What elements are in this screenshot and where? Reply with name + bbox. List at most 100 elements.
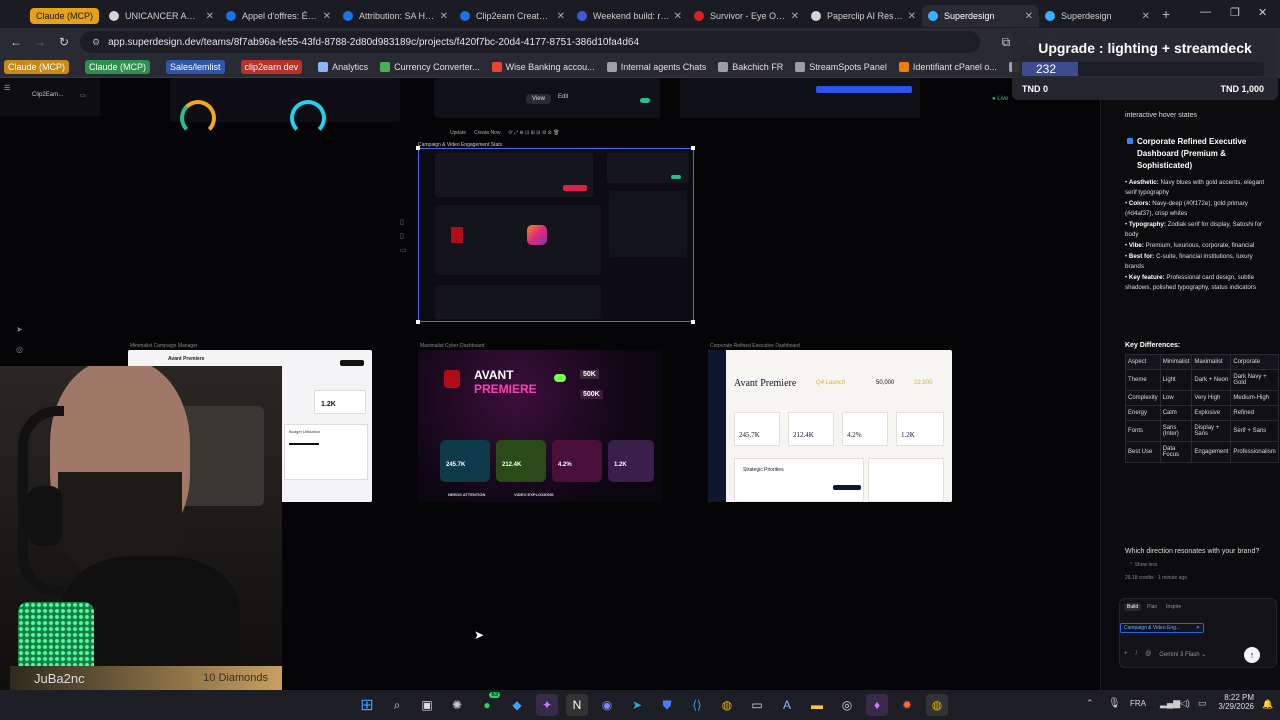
resize-handle[interactable] [416, 146, 420, 150]
toggle-switch[interactable] [640, 98, 650, 103]
tab-close-icon[interactable]: ✕ [904, 11, 916, 22]
top-frame-4[interactable] [680, 78, 920, 118]
url-input[interactable]: ⚙ app.superdesign.dev/teams/8f7ab96a-fe5… [80, 31, 980, 53]
forward-icon[interactable]: → [28, 35, 52, 49]
network-icon[interactable]: ▂▄▆ [1160, 698, 1180, 709]
frame-maximalist[interactable]: AVANT PREMIERE 50K 500K 245.7K 212.4K 4.… [418, 350, 662, 502]
clock[interactable]: 8:22 PM 3/29/2026 [1218, 693, 1254, 711]
bitwarden-icon[interactable]: ⛊ [656, 694, 678, 716]
bookmark-item[interactable]: Claude (MCP) [4, 59, 73, 74]
send-button[interactable]: ↑ [1244, 647, 1260, 663]
app-orange-icon[interactable]: ✹ [896, 694, 918, 716]
bookmark-item[interactable]: Identifiant cPanel o... [898, 61, 997, 72]
bookmark-item[interactable]: Sales/lemlist [166, 59, 229, 74]
bookmark-item[interactable]: Internal agents Chats [606, 61, 706, 72]
frame-label-corporate[interactable]: Corporate Refined Executive Dashboard [710, 343, 800, 349]
browser-tab[interactable]: Superdesign ✕ [1039, 5, 1156, 27]
canvas-tools[interactable]: ➤ ◎ [16, 320, 23, 360]
reload-icon[interactable]: ↻ [52, 35, 76, 49]
show-less-button[interactable]: ⌃ Show less [1129, 562, 1157, 568]
mode-tab[interactable]: Build [1124, 603, 1142, 611]
bookmark-item[interactable]: clip2earn dev [240, 59, 307, 74]
mode-tab[interactable]: Inspire [1163, 603, 1184, 611]
bookmark-item[interactable]: Bakchich FR [718, 61, 783, 72]
resize-handle[interactable] [416, 320, 420, 324]
context-chip[interactable]: Campaign & Video Eng... ✕ [1120, 623, 1204, 633]
terminal-icon[interactable]: ▭ [746, 694, 768, 716]
discord-icon[interactable]: ◉ [596, 694, 618, 716]
frame-tool-dock[interactable]: ▯ ▯ ▭ [400, 216, 407, 258]
resize-handle[interactable] [691, 146, 695, 150]
copilot-icon[interactable]: ◆ [506, 694, 528, 716]
tab-close-icon[interactable]: ✕ [553, 11, 565, 22]
app-feather-icon[interactable]: ♦ [866, 694, 888, 716]
edit-button[interactable]: Edit [558, 94, 568, 100]
frame-label-maximalist[interactable]: Maximalist Cyber-Dashboard [420, 343, 484, 349]
view-button[interactable]: View [526, 94, 551, 104]
mode-tab[interactable]: Plan [1144, 603, 1160, 611]
tab-group-chip[interactable]: Claude (MCP) [30, 8, 100, 24]
language-indicator[interactable]: FRA [1130, 699, 1146, 708]
vscode-icon[interactable]: ⟨⟩ [686, 694, 708, 716]
context-chip-close-icon[interactable]: ✕ [1196, 624, 1200, 632]
tab-close-icon[interactable]: ✕ [1021, 11, 1033, 22]
notification-bell-icon[interactable]: 🔔 [1262, 699, 1273, 710]
file-explorer-icon[interactable]: ▬ [806, 694, 828, 716]
tab-close-icon[interactable]: ✕ [202, 11, 214, 22]
command-icon[interactable]: / [1136, 651, 1138, 658]
top-frame-2[interactable] [170, 78, 400, 136]
resize-handle[interactable] [691, 320, 695, 324]
model-selector[interactable]: Gemini 3 Flash ⌄ [1159, 651, 1206, 658]
top-frame-5[interactable]: ● Live [940, 88, 1020, 118]
selected-frame[interactable] [418, 148, 694, 322]
frame-label-minimalist[interactable]: Minimalist Campaign Manager [130, 343, 198, 349]
chat-composer[interactable]: Build Plan Inspire Campaign & Video Eng...… [1119, 598, 1277, 668]
minimize-icon[interactable]: — [1200, 6, 1211, 18]
bookmark-item[interactable]: Analytics [318, 61, 368, 72]
top-frame-left[interactable]: ☰ Clip2Earn... ▭ [0, 78, 100, 116]
browser-tab[interactable]: Survivor - Eye Of Th ✕ [688, 5, 805, 27]
bookmark-item[interactable]: Claude (MCP) [85, 59, 154, 74]
collapse-icon[interactable]: ▭ [80, 92, 86, 99]
bookmark-item[interactable]: StreamSpots Panel [795, 61, 887, 72]
whatsapp-icon[interactable]: ● 63 [476, 692, 500, 716]
tab-close-icon[interactable]: ✕ [436, 11, 448, 22]
browser-tab[interactable]: Clip2earn Creator P ✕ [454, 5, 571, 27]
maximize-icon[interactable]: ❐ [1230, 6, 1240, 19]
windows-start-icon[interactable]: ⊞ [356, 694, 378, 716]
task-view-icon[interactable]: ▣ [416, 694, 438, 716]
toolbar-update[interactable]: Update [450, 130, 466, 136]
toolbar-icons[interactable]: ⟳ ⤢ ⊕ ⊡ ⊞ ⊟ ⚙ ⊘ 🗑 [509, 130, 560, 136]
attach-icon[interactable]: + [1124, 651, 1128, 658]
top-frame-3[interactable]: View Edit [434, 78, 660, 118]
browser-tab[interactable]: Attribution: SA HLM ✕ [337, 5, 454, 27]
search-icon[interactable]: ⌕ [386, 694, 408, 716]
chrome-icon[interactable]: ◍ [716, 694, 738, 716]
browser-tab[interactable]: Weekend build: rev ✕ [571, 5, 688, 27]
frame-corporate[interactable]: Avant Premiere Q4 Launch 50,000 22,500 2… [708, 350, 952, 502]
bookmark-item[interactable]: Currency Converter... [380, 61, 480, 72]
notion-icon[interactable]: N [566, 694, 588, 716]
tab-close-icon[interactable]: ✕ [670, 11, 682, 22]
mention-icon[interactable]: @ [1145, 651, 1151, 658]
telegram-icon[interactable]: ➤ [626, 694, 648, 716]
chrome-active-icon[interactable]: ◍ [926, 694, 948, 716]
tab-close-icon[interactable]: ✕ [787, 11, 799, 22]
app-purple-icon[interactable]: ✦ [536, 694, 558, 716]
site-info-icon[interactable]: ⚙ [92, 37, 100, 48]
browser-tab[interactable]: UNICANCER ACHA ✕ [103, 5, 220, 27]
tab-close-icon[interactable]: ✕ [1138, 11, 1150, 22]
canvas-sidebar-menu-icon[interactable]: ☰ [4, 84, 10, 92]
tab-close-icon[interactable]: ✕ [319, 11, 331, 22]
new-tab-icon[interactable]: + [1162, 6, 1170, 22]
volume-icon[interactable]: ◁) [1180, 698, 1190, 709]
close-window-icon[interactable]: ✕ [1258, 6, 1267, 19]
browser-tab[interactable]: Paperclip AI Resear ✕ [805, 5, 922, 27]
battery-icon[interactable]: ▭ [1198, 698, 1207, 709]
microphone-tray-icon[interactable]: 🎙 [1108, 698, 1121, 709]
app-a-icon[interactable]: A [776, 694, 798, 716]
tray-overflow-icon[interactable]: ⌃ [1086, 698, 1094, 709]
chatgpt-icon[interactable]: ✺ [446, 694, 468, 716]
browser-tab[interactable]: Superdesign ✕ [922, 5, 1040, 27]
toolbar-create-now[interactable]: Create Now [474, 130, 500, 136]
